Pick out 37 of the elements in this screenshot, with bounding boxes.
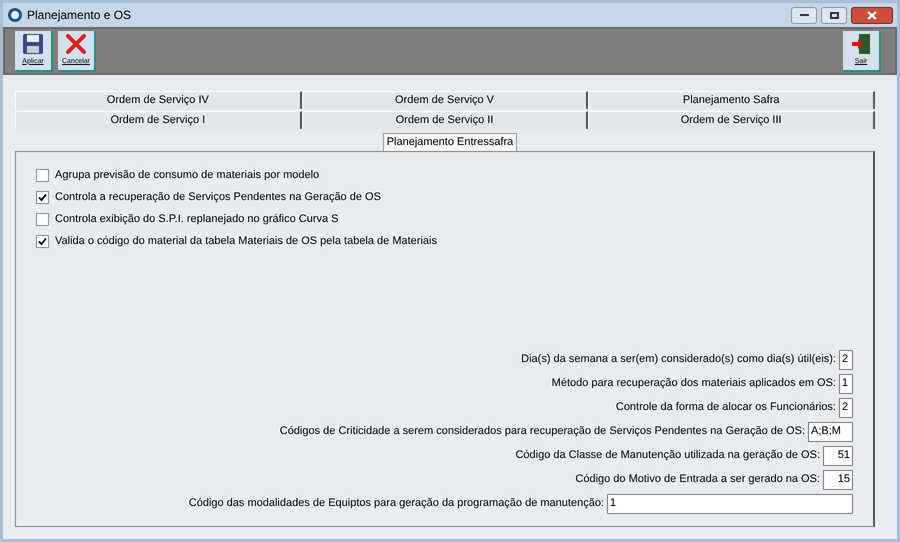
checkbox-label: Controla a recuperação de Serviços Pendentes na Geração de OS <box>55 190 381 205</box>
maximize-button[interactable] <box>821 6 847 24</box>
checkbox-label: Controla exibição do S.P.I. replanejado no gráfico Curva S <box>55 212 339 227</box>
field-label: Código da Classe de Manutenção utilizada na geração de OS: <box>515 448 820 464</box>
tab[interactable]: Ordem de Serviço IV <box>15 91 302 109</box>
input-field[interactable]: A;B;M <box>808 422 853 442</box>
close-button[interactable] <box>851 6 893 24</box>
checkbox[interactable] <box>36 190 49 204</box>
field-label: Controle da forma de alocar os Funcionários: <box>616 400 836 416</box>
tab[interactable]: Ordem de Serviço III <box>588 111 876 129</box>
input-field[interactable]: 2 <box>839 398 853 418</box>
tab[interactable]: Planejamento Entressafra <box>382 133 518 151</box>
tab[interactable]: Ordem de Serviço I <box>15 111 302 129</box>
input-field[interactable]: 1 <box>607 494 853 514</box>
field-label: Código das modalidades de Equiptos para geração da programação de manutenção: <box>188 496 604 512</box>
app-icon <box>7 7 23 23</box>
field-label: Método para recuperação dos materiais aplicados em OS: <box>552 376 836 392</box>
input-field[interactable]: 2 <box>839 350 853 370</box>
input-field[interactable]: 15 <box>823 470 853 490</box>
checkbox-label: Valida o código do material da tabela Materiais de OS pela tabela de Materiais <box>55 234 437 249</box>
field-label: Código do Motivo de Entrada a ser gerado na OS: <box>575 472 820 488</box>
checkbox[interactable] <box>36 212 49 226</box>
field-label: Códigos de Criticidade a serem considerados para recuperação de Serviços Pendentes na Geração de OS: <box>280 424 805 440</box>
exit-door-icon <box>851 32 871 55</box>
checkbox[interactable] <box>36 168 49 182</box>
input-field[interactable]: 51 <box>823 446 853 466</box>
tab[interactable]: Ordem de Serviço II <box>302 111 588 129</box>
field-label: Dia(s) da semana a ser(em) considerado(s) como dia(s) útil(eis): <box>521 352 836 368</box>
tab[interactable]: Planejamento Safra <box>588 91 876 109</box>
tab[interactable]: Ordem de Serviço V <box>302 91 588 109</box>
cross-icon <box>65 32 87 55</box>
checkbox-label: Agrupa previsão de consumo de materiais por modelo <box>55 168 320 183</box>
input-field[interactable]: 1 <box>839 374 853 394</box>
checkbox[interactable] <box>36 234 49 248</box>
minimize-button[interactable] <box>791 6 817 24</box>
window-title: Planejamento e OS <box>27 7 132 24</box>
close-icon <box>867 10 877 20</box>
